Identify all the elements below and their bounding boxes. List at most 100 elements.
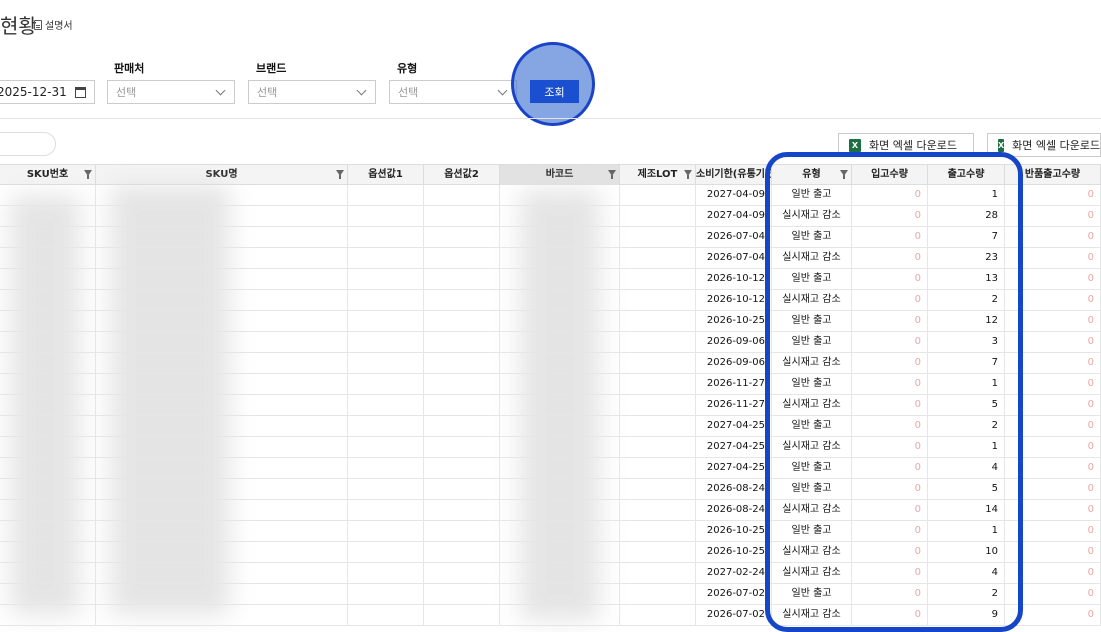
table-cell [424,584,500,604]
table-cell [424,185,500,205]
table-cell [500,374,620,394]
col-lot[interactable]: 제조LOT [620,165,696,185]
table-cell [0,269,96,289]
table-cell [620,479,696,499]
table-cell [620,269,696,289]
table-cell: 2026-07-02 [696,605,772,625]
table-cell: 2026-09-06 [696,332,772,352]
table-cell [0,290,96,310]
table-cell [96,248,348,268]
table-cell [620,290,696,310]
end-date-input[interactable]: 2025-12-31 [0,80,95,104]
table-cell [620,206,696,226]
table-cell: 2027-04-25 [696,458,772,478]
table-cell [620,437,696,457]
table-cell [620,521,696,541]
table-cell [620,395,696,415]
table-cell [96,584,348,604]
table-cell [500,521,620,541]
table-cell [96,332,348,352]
table-cell: 2026-09-06 [696,353,772,373]
table-cell [500,479,620,499]
table-cell [500,437,620,457]
table-cell [424,521,500,541]
table-cell: 2027-04-25 [696,416,772,436]
table-cell [348,605,424,625]
table-cell [500,416,620,436]
table-cell [348,479,424,499]
table-cell [424,542,500,562]
table-cell [348,437,424,457]
table-cell [96,479,348,499]
table-cell [500,227,620,247]
table-cell [500,542,620,562]
table-cell [500,185,620,205]
end-date-value: 2025-12-31 [0,85,67,99]
calendar-icon[interactable] [75,86,86,98]
type-label: 유형 [397,62,418,75]
table-cell [348,416,424,436]
chevron-down-icon [215,85,226,95]
table-cell [620,311,696,331]
table-cell [96,311,348,331]
excel-icon: X [849,138,861,152]
table-cell [0,311,96,331]
filter-icon[interactable] [608,170,616,179]
col-sku-number[interactable]: SKU번호 [0,165,96,185]
table-cell: 2026-07-04 [696,248,772,268]
table-cell: 2026-10-25 [696,521,772,541]
table-cell [424,269,500,289]
seller-select[interactable]: 선택 [107,80,235,104]
table-cell [96,458,348,478]
col-option1[interactable]: 옵션값1 [348,165,424,185]
table-cell [96,563,348,583]
table-cell [348,206,424,226]
table-cell: 2026-10-12 [696,290,772,310]
table-cell [0,521,96,541]
table-cell [96,206,348,226]
table-cell [96,374,348,394]
table-cell [0,185,96,205]
manual-link[interactable]: 설명서 [34,17,73,32]
filter-icon[interactable] [84,170,92,179]
filter-icon[interactable] [684,170,692,179]
col-sku-name[interactable]: SKU명 [96,165,348,185]
rows-selector[interactable] [0,132,56,156]
table-cell: 2026-10-25 [696,542,772,562]
manual-label: 설명서 [45,21,73,32]
table-cell [96,353,348,373]
col-barcode[interactable]: 바코드 [500,165,620,185]
table-cell [348,542,424,562]
table-cell [348,311,424,331]
search-button[interactable]: 조회 [530,80,579,103]
table-cell [348,269,424,289]
filter-icon[interactable] [336,170,344,179]
highlight-frame [765,152,1023,632]
table-cell [96,227,348,247]
seller-label: 판매처 [114,62,145,75]
table-cell [424,479,500,499]
table-cell [0,395,96,415]
col-option2[interactable]: 옵션값2 [424,165,500,185]
table-cell [424,311,500,331]
table-cell [0,416,96,436]
table-cell [348,332,424,352]
table-cell [500,290,620,310]
type-placeholder: 선택 [398,86,419,99]
brand-select[interactable]: 선택 [248,80,376,104]
col-expiry[interactable]: 소비기한(유통기한) [696,165,772,185]
table-cell [500,584,620,604]
table-cell [424,248,500,268]
table-cell [424,290,500,310]
table-cell [96,521,348,541]
table-cell [0,206,96,226]
table-cell [96,437,348,457]
type-select[interactable]: 선택 [389,80,517,104]
table-cell [424,206,500,226]
table-cell [96,500,348,520]
table-cell [424,374,500,394]
table-cell [424,437,500,457]
table-cell [0,248,96,268]
table-cell [424,563,500,583]
brand-label: 브랜드 [256,62,287,75]
